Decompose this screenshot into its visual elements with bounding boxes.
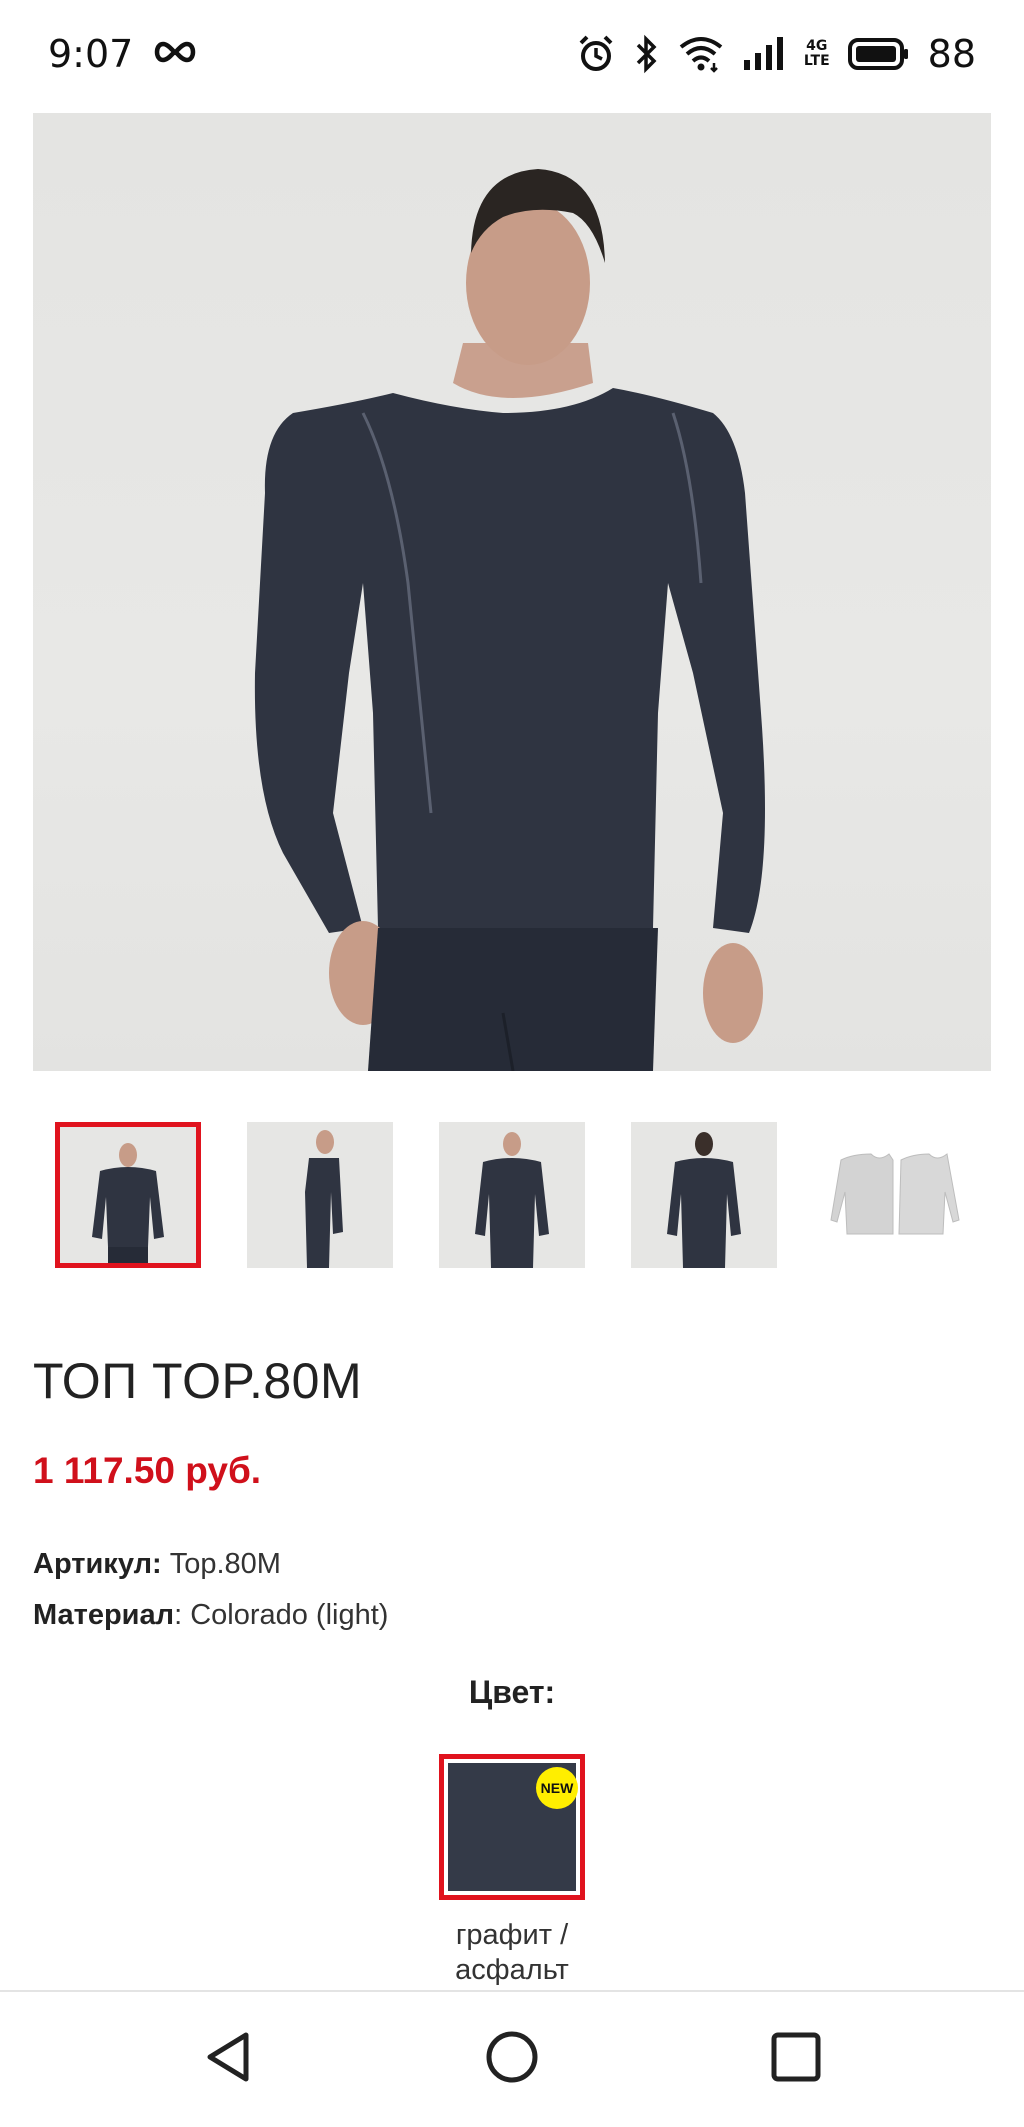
wifi-icon xyxy=(678,35,724,73)
alarm-icon xyxy=(576,34,616,74)
status-right: 4G LTE 88 xyxy=(576,32,976,76)
spec-material: Материал: Colorado (light) xyxy=(33,1599,388,1632)
color-heading: Цвет: xyxy=(468,1674,556,1710)
infinity-icon xyxy=(151,40,199,68)
spec-sku: Артикул: Top.80M xyxy=(33,1548,281,1581)
thumbnail-front-view-2[interactable] xyxy=(439,1122,585,1268)
material-value: : Colorado (light) xyxy=(174,1599,389,1631)
thumbnail-front-view[interactable] xyxy=(55,1122,201,1268)
product-main-image[interactable] xyxy=(33,113,991,1071)
thumbnail-back-view[interactable] xyxy=(631,1122,777,1268)
network-type-top: 4G xyxy=(806,38,828,54)
signal-icon xyxy=(742,36,786,72)
swatch-fill: NEW xyxy=(448,1763,578,1891)
bluetooth-icon xyxy=(634,34,660,74)
swatch-name: графит / асфальт xyxy=(455,1919,569,1986)
product-price: 1 117.50 руб. xyxy=(33,1450,262,1491)
material-label: Материал xyxy=(33,1599,175,1631)
new-badge: NEW xyxy=(536,1767,578,1809)
thumbnail-flat-lay-light[interactable] xyxy=(823,1122,969,1268)
battery-level: 88 xyxy=(927,32,976,76)
thumbnail-strip xyxy=(55,1122,1024,1270)
product-title: ТОП TOP.80M xyxy=(33,1353,363,1409)
status-time: 9:07 xyxy=(48,32,134,76)
navigation-bar xyxy=(0,1990,1024,2127)
network-type-bottom: LTE xyxy=(803,53,830,69)
home-icon[interactable] xyxy=(477,2022,547,2092)
network-type: 4G LTE xyxy=(804,39,830,69)
battery-icon xyxy=(847,37,910,71)
sku-label: Артикул: xyxy=(33,1548,162,1580)
recents-icon[interactable] xyxy=(761,2022,831,2092)
sku-value: Top.80M xyxy=(169,1548,281,1580)
status-left: 9:07 xyxy=(48,32,199,76)
thumbnail-side-view[interactable] xyxy=(247,1122,393,1268)
back-icon[interactable] xyxy=(195,2022,265,2092)
screen: 9:07 4G LTE 88 ТОП TOP.80M 1 117.50 руб.… xyxy=(0,0,1024,2127)
status-bar: 9:07 4G LTE 88 xyxy=(0,0,1024,108)
color-swatch-graphite[interactable]: NEW xyxy=(439,1754,585,1900)
